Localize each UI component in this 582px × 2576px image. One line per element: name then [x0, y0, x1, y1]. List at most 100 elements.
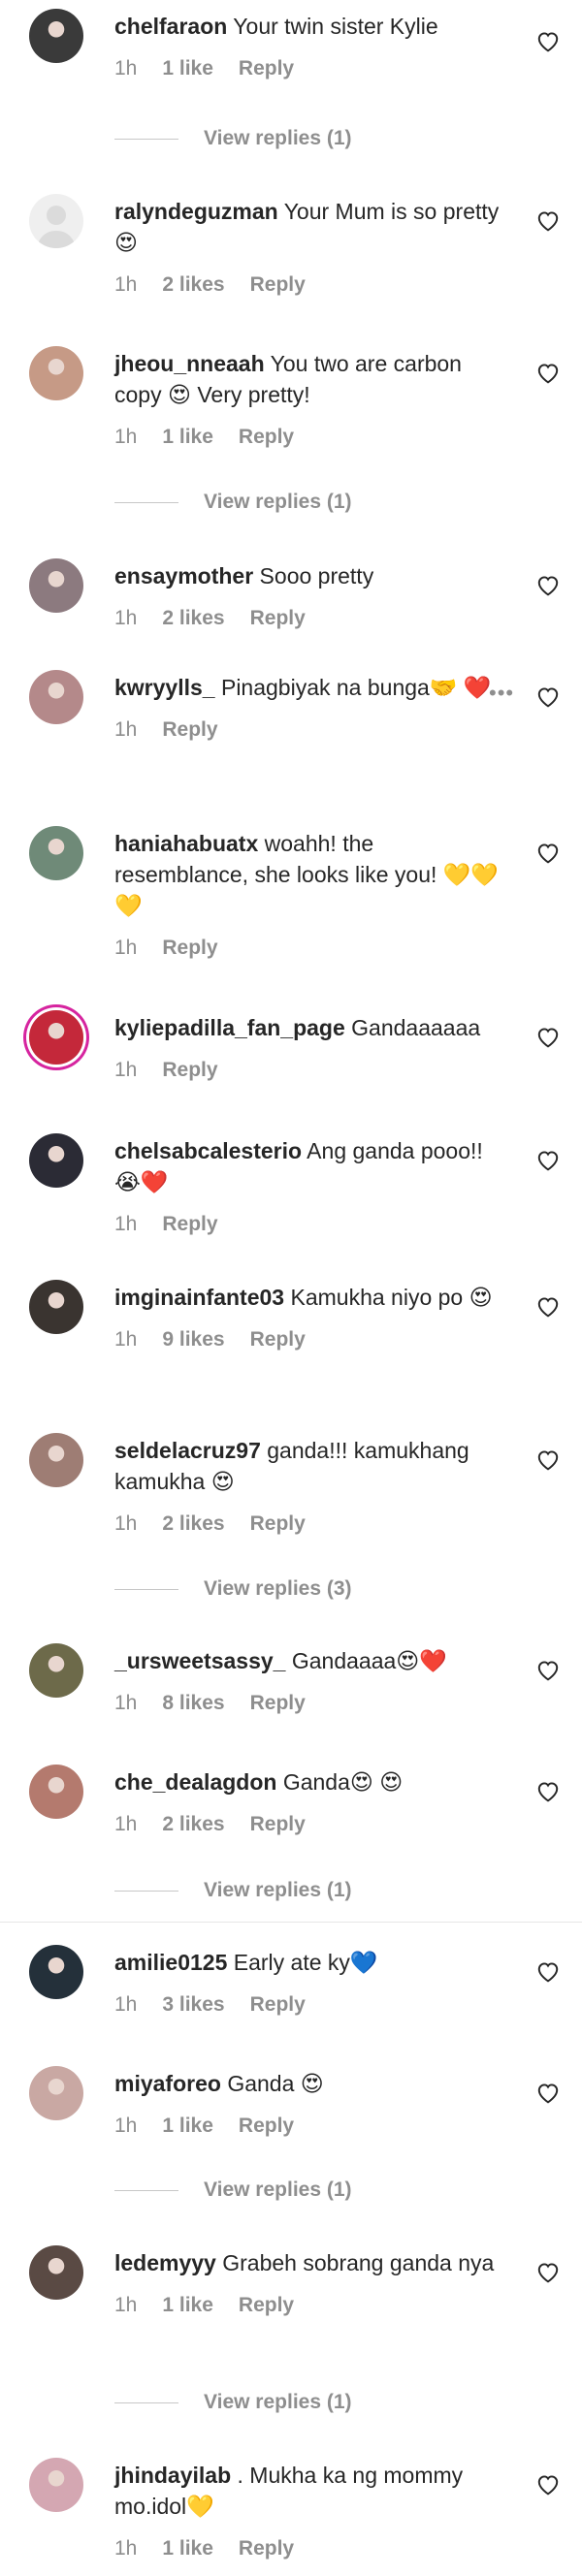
view-replies-button[interactable]: View replies (1) — [114, 2176, 352, 2205]
avatar[interactable] — [29, 2066, 83, 2120]
heart-icon[interactable] — [535, 684, 561, 708]
like-count[interactable]: 1 like — [162, 2115, 213, 2137]
comment-meta: 1h 3 likes Reply — [114, 1992, 512, 2018]
comment-body: Early ate ky💙 — [227, 1950, 378, 1975]
reply-button[interactable]: Reply — [239, 2294, 294, 2316]
comment-username[interactable]: ledemyyy — [114, 2250, 216, 2275]
view-replies-button[interactable]: View replies (1) — [114, 124, 352, 153]
view-replies-button[interactable]: View replies (1) — [114, 2388, 352, 2417]
heart-icon[interactable] — [535, 1148, 561, 1171]
comment-text: chelfaraon Your twin sister Kylie — [114, 0, 512, 42]
avatar[interactable] — [29, 2458, 83, 2512]
like-count[interactable]: 1 like — [162, 2294, 213, 2316]
view-replies-button[interactable]: View replies (1) — [114, 488, 352, 517]
heart-icon[interactable] — [535, 29, 561, 52]
comment-meta: 1h 1 like Reply — [114, 2114, 512, 2139]
like-count[interactable]: 2 likes — [162, 1512, 224, 1535]
reply-button[interactable]: Reply — [239, 57, 294, 80]
reply-button[interactable]: Reply — [239, 2115, 294, 2137]
comment-username[interactable]: jheou_nneaah — [114, 351, 265, 376]
comment-time: 1h — [114, 1213, 138, 1235]
heart-icon[interactable] — [535, 1779, 561, 1802]
heart-icon[interactable] — [535, 1294, 561, 1318]
avatar[interactable] — [29, 1433, 83, 1487]
comment-username[interactable]: haniahabuatx — [114, 831, 258, 856]
heart-icon[interactable] — [535, 1959, 561, 1983]
reply-button[interactable]: Reply — [239, 2537, 294, 2560]
comment-username[interactable]: miyaforeo — [114, 2071, 221, 2096]
comment-username[interactable]: kyliepadilla_fan_page — [114, 1015, 345, 1040]
like-count[interactable]: 2 likes — [162, 1813, 224, 1835]
avatar[interactable] — [29, 2245, 83, 2300]
reply-button[interactable]: Reply — [162, 937, 217, 959]
like-count[interactable]: 3 likes — [162, 1993, 224, 2016]
comment-username[interactable]: chelsabcalesterio — [114, 1138, 302, 1163]
like-count[interactable]: 1 like — [162, 426, 213, 448]
heart-icon[interactable] — [535, 2472, 561, 2496]
comment-username[interactable]: jhindayilab — [114, 2463, 231, 2488]
comment-meta: 1h 2 likes Reply — [114, 1511, 512, 1537]
comment-username[interactable]: seldelacruz97 — [114, 1438, 261, 1463]
comment-time: 1h — [114, 937, 138, 959]
heart-icon[interactable] — [535, 1447, 561, 1471]
reply-button[interactable]: Reply — [162, 1059, 217, 1081]
comment-username[interactable]: kwryylls_ — [114, 675, 215, 700]
like-count[interactable]: 1 like — [162, 57, 213, 80]
comment-meta: 1h Reply — [114, 1058, 512, 1083]
heart-icon[interactable] — [535, 1025, 561, 1048]
comment-meta: 1h Reply — [114, 936, 512, 961]
comment-text: che_dealagdon Ganda😍 😍 — [114, 1756, 512, 1797]
like-count[interactable]: 1 like — [162, 2537, 213, 2560]
like-count[interactable]: 2 likes — [162, 273, 224, 296]
comment-username[interactable]: ralyndeguzman — [114, 199, 278, 224]
comment-username[interactable]: amilie0125 — [114, 1950, 227, 1975]
heart-icon[interactable] — [535, 2260, 561, 2283]
reply-button[interactable]: Reply — [250, 1328, 306, 1351]
avatar[interactable] — [29, 826, 83, 880]
avatar[interactable] — [29, 346, 83, 400]
reply-button[interactable]: Reply — [250, 273, 306, 296]
replies-divider — [114, 1890, 178, 1892]
avatar[interactable] — [29, 1765, 83, 1819]
avatar[interactable] — [29, 1133, 83, 1188]
comment-username[interactable]: _ursweetsassy_ — [114, 1648, 285, 1673]
reply-button[interactable]: Reply — [250, 607, 306, 629]
comment-username[interactable]: che_dealagdon — [114, 1769, 276, 1795]
reply-button[interactable]: Reply — [162, 718, 217, 741]
reply-button[interactable]: Reply — [162, 1213, 217, 1235]
more-options-icon[interactable]: ••• — [489, 681, 514, 706]
reply-button[interactable]: Reply — [250, 1993, 306, 2016]
comment-time: 1h — [114, 426, 138, 448]
view-replies-button[interactable]: View replies (3) — [114, 1574, 352, 1604]
avatar[interactable] — [29, 1643, 83, 1698]
avatar[interactable] — [29, 670, 83, 724]
avatar[interactable] — [29, 558, 83, 613]
heart-icon[interactable] — [535, 2081, 561, 2104]
avatar[interactable] — [29, 1945, 83, 1999]
view-replies-button[interactable]: View replies (1) — [114, 1876, 352, 1905]
comment-username[interactable]: chelfaraon — [114, 14, 227, 39]
comment-username[interactable]: imginainfante03 — [114, 1285, 284, 1310]
reply-button[interactable]: Reply — [250, 1512, 306, 1535]
heart-icon[interactable] — [535, 841, 561, 864]
heart-icon[interactable] — [535, 1658, 561, 1681]
comment-text: jhindayilab . Mukha ka ng mommy mo.idol💛 — [114, 2449, 512, 2522]
heart-icon[interactable] — [535, 208, 561, 232]
replies-divider — [114, 501, 178, 503]
reply-button[interactable]: Reply — [250, 1692, 306, 1714]
avatar[interactable] — [29, 9, 83, 63]
like-count[interactable]: 8 likes — [162, 1692, 224, 1714]
reply-button[interactable]: Reply — [239, 426, 294, 448]
avatar[interactable] — [29, 1010, 83, 1065]
like-count[interactable]: 2 likes — [162, 607, 224, 629]
like-count[interactable]: 9 likes — [162, 1328, 224, 1351]
heart-icon[interactable] — [535, 573, 561, 596]
reply-button[interactable]: Reply — [250, 1813, 306, 1835]
heart-icon[interactable] — [535, 361, 561, 384]
comment-text: imginainfante03 Kamukha niyo po 😍 — [114, 1271, 512, 1313]
avatar[interactable] — [29, 194, 83, 248]
comment-body: Gandaaaa😍❤️ — [285, 1648, 447, 1673]
replies-divider — [114, 138, 178, 140]
comment-username[interactable]: ensaymother — [114, 563, 253, 588]
avatar[interactable] — [29, 1280, 83, 1334]
